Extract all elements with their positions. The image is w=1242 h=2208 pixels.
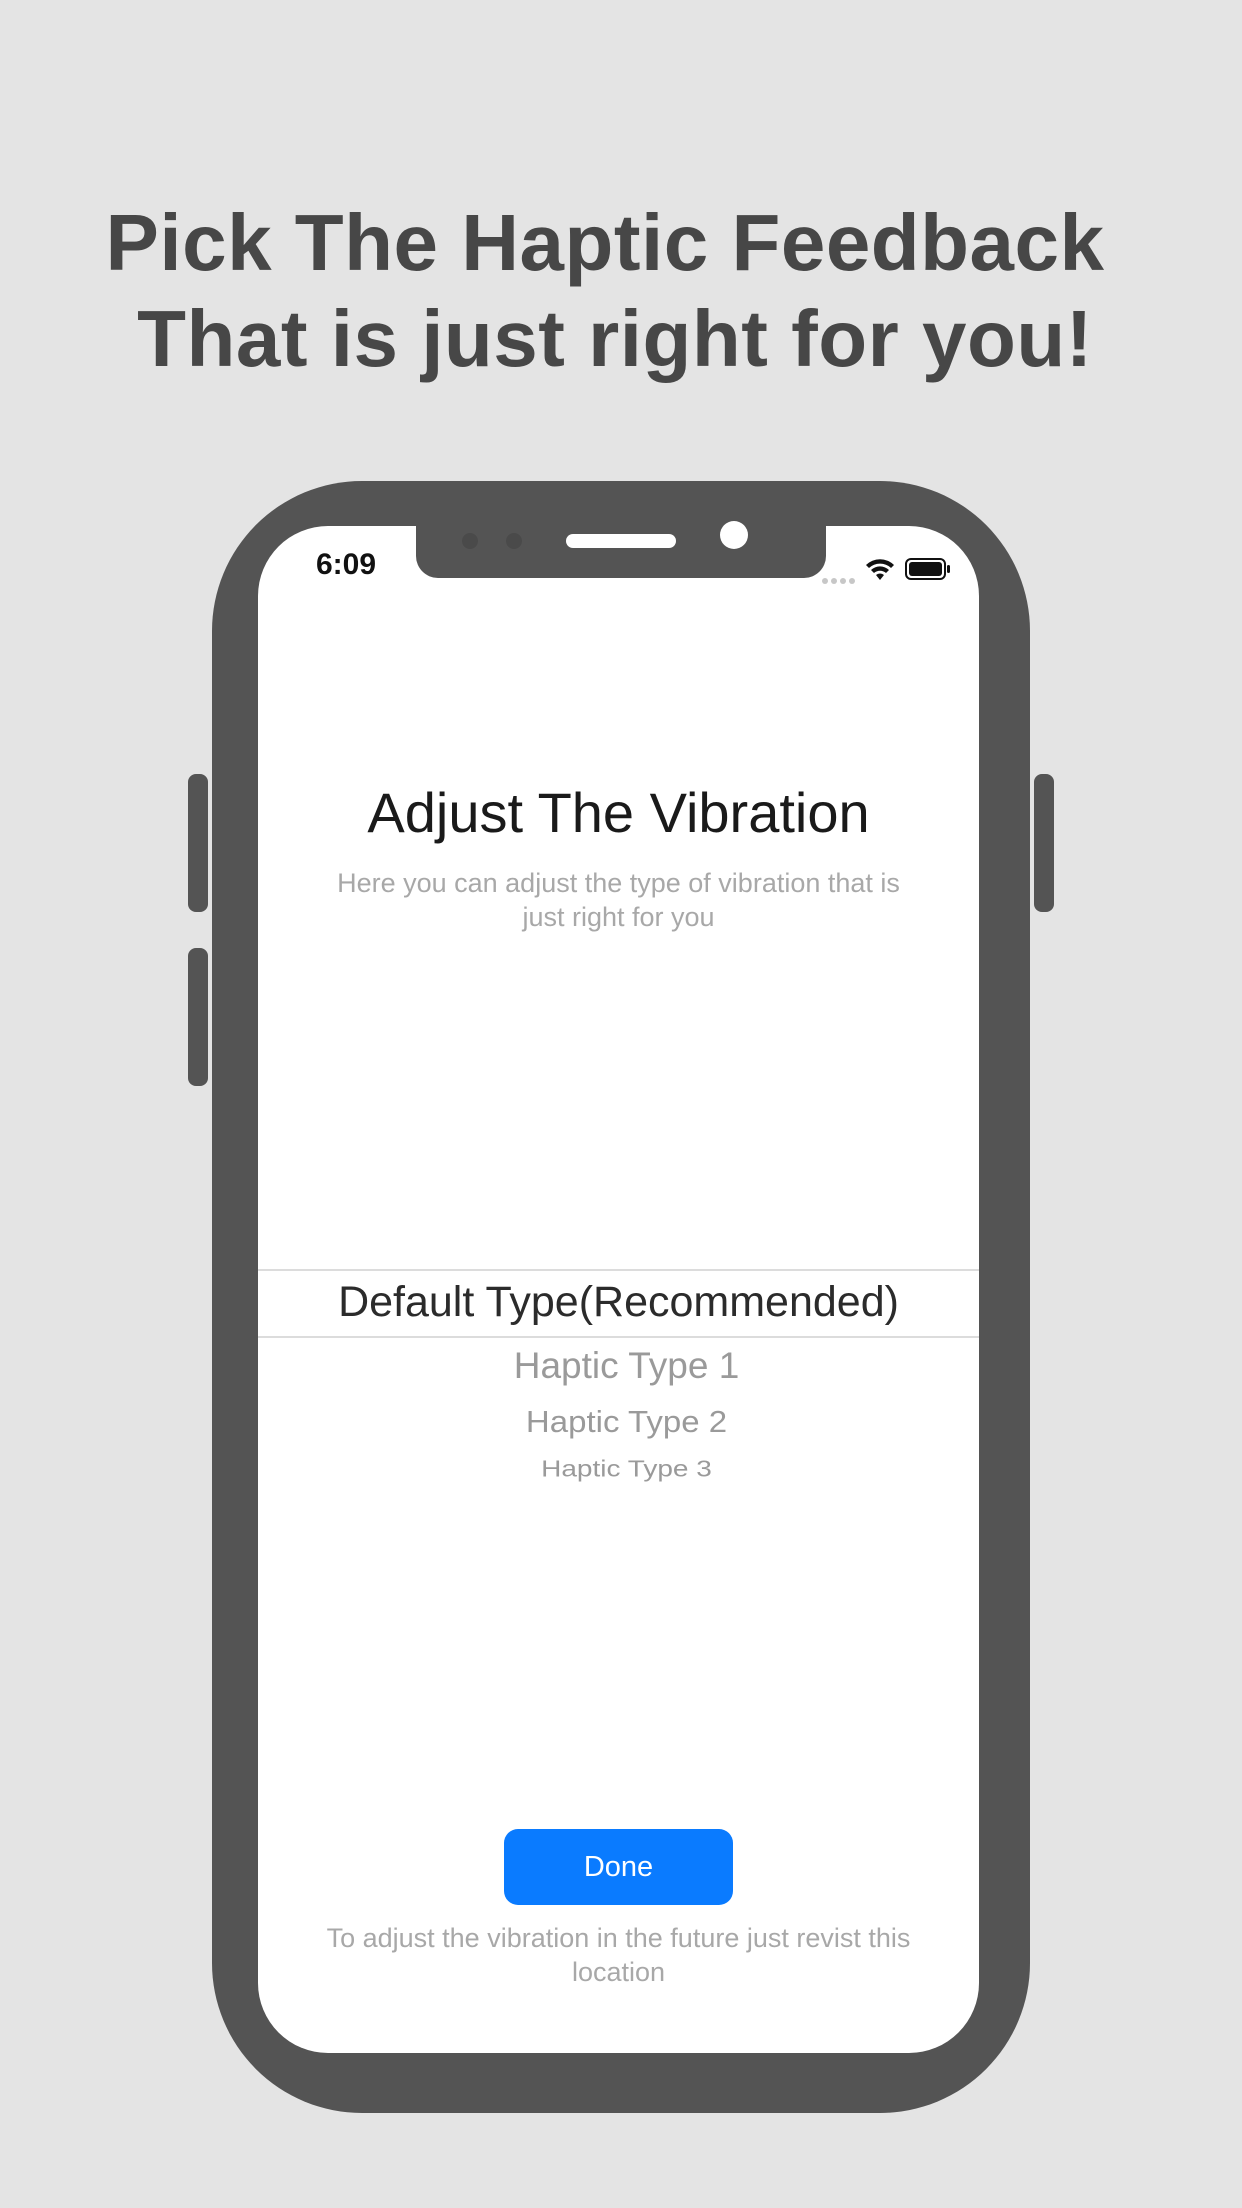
screen-title: Adjust The Vibration (367, 781, 870, 844)
picker-option-1[interactable]: Haptic Type 1 (258, 1345, 995, 1387)
front-camera (720, 521, 748, 549)
wifi-icon (866, 559, 894, 580)
signal-icon (822, 571, 858, 584)
picker-selection-bottom-divider (258, 1336, 979, 1338)
earpiece-speaker (566, 534, 676, 548)
volume-down-button (188, 948, 208, 1086)
battery-icon (905, 558, 950, 580)
footer-hint: To adjust the vibration in the future ju… (326, 1923, 911, 1987)
power-button (1034, 774, 1054, 912)
phone-notch (416, 520, 826, 578)
volume-up-button (188, 774, 208, 912)
promo-headline-line1: Pick The Haptic Feedback (105, 198, 1105, 287)
sensor-dot (462, 533, 478, 549)
picker-selection-top-divider (258, 1269, 979, 1271)
sensor-dot (506, 533, 522, 549)
picker-option-3[interactable]: Haptic Type 3 (258, 1456, 995, 1482)
done-button[interactable]: Done (504, 1829, 733, 1905)
promo-headline: Pick The Haptic Feedback That is just ri… (0, 195, 1242, 387)
screen-subtitle: Here you can adjust the type of vibratio… (337, 868, 900, 932)
status-time: 6:09 (316, 548, 377, 581)
promo-headline-line2: That is just right for you! (137, 294, 1093, 383)
picker-selected-option[interactable]: Default Type(Recommended) (258, 1278, 979, 1327)
picker-option-2[interactable]: Haptic Type 2 (258, 1405, 995, 1440)
